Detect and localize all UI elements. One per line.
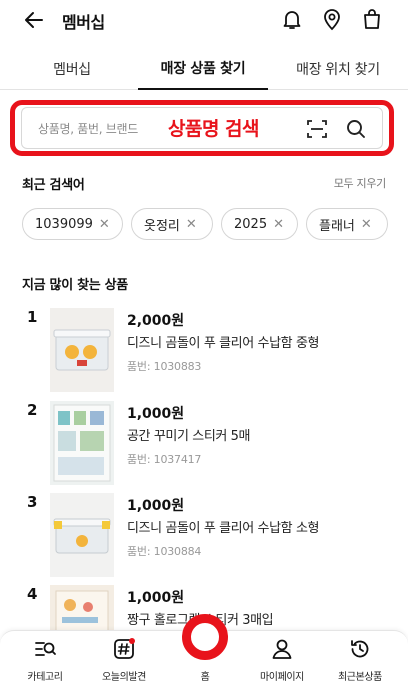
product-name: 디즈니 곰돌이 푸 클리어 수납함 소형 [127,521,320,536]
person-icon [272,639,292,659]
product-rank: 4 [27,585,38,603]
product-thumbnail [50,493,114,577]
close-icon[interactable]: ✕ [99,217,110,232]
recent-search-chip[interactable]: 옷정리 ✕ [131,208,213,240]
chip-label: 플래너 [319,218,355,234]
nav-label: 마이페이지 [259,672,304,683]
barcode-scan-icon[interactable] [305,117,329,141]
product-rank: 3 [27,493,38,511]
nav-category[interactable]: 카테고리 [10,631,80,688]
product-rank: 1 [27,308,38,326]
search-placeholder: 상품명, 품번, 브랜드 [38,122,138,136]
app-header: 멤버십 [0,0,408,40]
chip-label: 옷정리 [144,218,180,234]
tab-store-location-search[interactable]: 매장 위치 찾기 [276,48,400,90]
close-icon[interactable]: ✕ [186,217,197,232]
chip-label: 2025 [234,216,268,232]
nav-label: 최근본상품 [337,672,382,683]
tab-membership[interactable]: 멤버십 [14,48,130,90]
search-icon[interactable] [344,117,368,141]
close-icon[interactable]: ✕ [361,217,372,232]
product-item[interactable]: 3 1,000원 디즈니 곰돌이 푸 클리어 수납함 소형 품번: 103088… [0,493,408,585]
product-rank: 2 [27,401,38,419]
product-thumbnail [50,308,114,392]
tab-store-product-search[interactable]: 매장 상품 찾기 [138,48,268,90]
nav-mypage[interactable]: 마이페이지 [247,631,317,688]
product-code: 품번: 1037417 [127,453,202,466]
tab-bar: 멤버십 매장 상품 찾기 매장 위치 찾기 [0,48,408,90]
product-price: 1,000원 [127,590,185,606]
recent-search-chip[interactable]: 1039099 ✕ [22,208,123,240]
location-pin-icon[interactable] [320,7,344,31]
back-arrow-icon[interactable] [22,8,46,32]
nav-label: 오늘의발견 [101,672,146,683]
product-code: 품번: 1030884 [127,545,202,558]
shopping-bag-icon[interactable] [360,7,384,31]
bell-icon[interactable] [280,7,304,31]
recent-search-chip[interactable]: 2025 ✕ [221,208,298,240]
nav-label: 홈 [200,672,210,683]
history-icon [351,640,369,658]
product-item[interactable]: 1 2,000원 디즈니 곰돌이 푸 클리어 수납함 중형 품번: 103088… [0,308,408,400]
search-annotation-label: 상품명 검색 [168,118,260,140]
product-price: 1,000원 [127,498,185,514]
chip-label: 1039099 [35,216,93,232]
product-price: 1,000원 [127,406,185,422]
nav-label: 카테고리 [27,672,63,683]
product-thumbnail [50,401,114,485]
product-name: 디즈니 곰돌이 푸 클리어 수납함 중형 [127,336,320,351]
nav-today-discovery[interactable]: 오늘의발견 [89,631,159,688]
recent-search-chip[interactable]: 플래너 ✕ [306,208,388,240]
product-item[interactable]: 2 1,000원 공간 꾸미기 스티커 5매 품번: 1037417 [0,401,408,493]
product-name: 공간 꾸미기 스티커 5매 [127,429,251,444]
recent-searches-heading: 최근 검색어 [22,178,85,193]
page-title: 멤버십 [62,13,105,32]
clear-all-button[interactable]: 모두 지우기 [334,175,387,191]
home-icon[interactable] [182,614,228,660]
nav-recently-viewed[interactable]: 최근본상품 [325,631,395,688]
search-input[interactable]: 상품명, 품번, 브랜드 상품명 검색 [21,107,383,149]
product-price: 2,000원 [127,313,185,329]
category-search-icon [35,642,56,656]
popular-products-heading: 지금 많이 찾는 상품 [22,278,128,293]
product-code: 품번: 1030883 [127,360,202,373]
hashtag-icon [114,638,135,659]
close-icon[interactable]: ✕ [273,217,284,232]
